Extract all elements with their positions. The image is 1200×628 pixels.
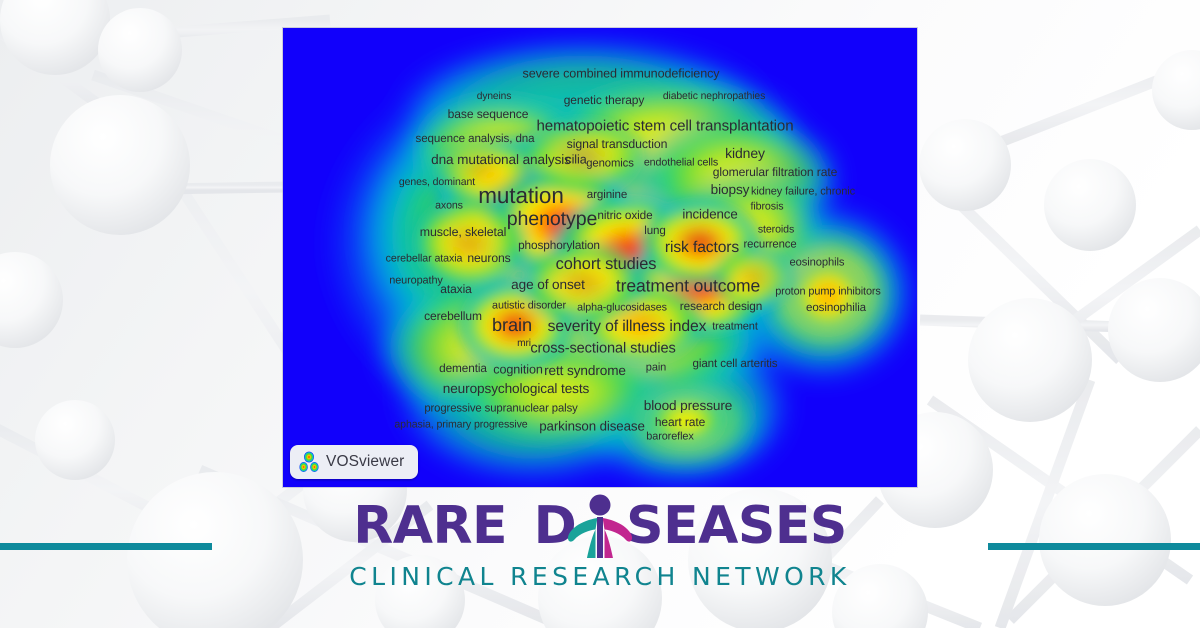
logo-wordmark: RARE D SEASES bbox=[353, 494, 847, 558]
term-label[interactable]: biopsy bbox=[711, 183, 750, 197]
term-label[interactable]: ataxia bbox=[440, 283, 472, 295]
term-label-layer: severe combined immunodeficiency dyneins g… bbox=[283, 28, 917, 487]
vosviewer-badge-label: VOSviewer bbox=[326, 453, 405, 470]
brand-footer: RARE D SEASES CLINICAL RESEARCH NETWORK bbox=[0, 494, 1200, 628]
term-label[interactable]: parkinson disease bbox=[539, 419, 645, 433]
term-label[interactable]: kidney bbox=[725, 146, 765, 160]
logo-text-rare: RARE bbox=[353, 496, 508, 556]
term-label[interactable]: research design bbox=[680, 300, 763, 313]
term-label[interactable]: glomerular filtration rate bbox=[713, 166, 838, 178]
term-label[interactable]: cognition bbox=[493, 364, 543, 377]
term-label[interactable]: alpha-glucosidases bbox=[577, 302, 667, 314]
term-label[interactable]: nitric oxide bbox=[597, 209, 652, 222]
term-label[interactable]: base sequence bbox=[448, 108, 529, 120]
term-label[interactable]: cerebellar ataxia bbox=[386, 253, 463, 265]
term-label[interactable]: dna mutational analysis bbox=[431, 153, 571, 167]
logo-subtitle: CLINICAL RESEARCH NETWORK bbox=[349, 562, 851, 591]
term-label[interactable]: baroreflex bbox=[646, 431, 694, 443]
term-label[interactable]: treatment bbox=[712, 321, 758, 333]
term-label[interactable]: axons bbox=[435, 201, 463, 212]
logo-text-seases: SEASES bbox=[626, 496, 847, 556]
term-label[interactable]: fibrosis bbox=[750, 201, 783, 213]
term-label[interactable]: signal transduction bbox=[567, 138, 668, 151]
logo-text-d: D bbox=[533, 496, 577, 556]
term-label[interactable]: neurons bbox=[467, 252, 510, 264]
term-label[interactable]: rett syndrome bbox=[544, 364, 626, 378]
term-label[interactable]: age of onset bbox=[511, 278, 585, 292]
heatmap-icon bbox=[299, 451, 319, 472]
term-label[interactable]: genes, dominant bbox=[399, 177, 475, 188]
term-label[interactable]: sequence analysis, dna bbox=[416, 133, 535, 145]
term-label[interactable]: neuropathy bbox=[389, 275, 443, 287]
term-label[interactable]: blood pressure bbox=[644, 399, 733, 413]
term-label[interactable]: incidence bbox=[682, 207, 737, 221]
term-label[interactable]: steroids bbox=[758, 225, 794, 236]
term-label[interactable]: heart rate bbox=[655, 416, 705, 428]
term-label[interactable]: cilia bbox=[565, 154, 586, 167]
term-label[interactable]: phosphorylation bbox=[518, 239, 600, 252]
term-label[interactable]: kidney failure, chronic bbox=[751, 186, 855, 198]
term-label[interactable]: arginine bbox=[587, 189, 628, 201]
term-label[interactable]: muscle, skeletal bbox=[420, 225, 507, 238]
term-label[interactable]: genomics bbox=[586, 158, 634, 170]
term-label[interactable]: diabetic nephropathies bbox=[663, 91, 765, 102]
term-label[interactable]: mri bbox=[517, 338, 531, 349]
term-label[interactable]: treatment outcome bbox=[616, 277, 760, 295]
term-label[interactable]: progressive supranuclear palsy bbox=[424, 403, 577, 415]
term-label[interactable]: endothelial cells bbox=[644, 157, 718, 169]
term-label[interactable]: eosinophils bbox=[790, 257, 845, 268]
term-label[interactable]: hematopoietic stem cell transplantation bbox=[536, 118, 793, 133]
vosviewer-heatmap-panel[interactable]: severe combined immunodeficiency dyneins g… bbox=[283, 28, 917, 487]
term-label[interactable]: giant cell arteritis bbox=[693, 358, 778, 370]
term-label[interactable]: lung bbox=[644, 225, 666, 237]
term-label[interactable]: severity of illness index bbox=[548, 319, 707, 335]
term-label[interactable]: cohort studies bbox=[556, 255, 657, 272]
term-label[interactable]: phenotype bbox=[507, 210, 598, 230]
term-label[interactable]: severe combined immunodeficiency bbox=[523, 68, 720, 81]
term-label[interactable]: brain bbox=[492, 316, 532, 334]
term-label[interactable]: cross-sectional studies bbox=[530, 342, 675, 357]
term-label[interactable]: eosinophilia bbox=[806, 302, 866, 314]
vosviewer-badge[interactable]: VOSviewer bbox=[290, 445, 419, 479]
term-label[interactable]: dementia bbox=[439, 362, 487, 375]
term-label[interactable]: neuropsychological tests bbox=[443, 382, 590, 396]
term-label[interactable]: proton pump inhibitors bbox=[775, 286, 881, 298]
term-label[interactable]: cerebellum bbox=[424, 310, 482, 322]
term-label[interactable]: risk factors bbox=[665, 240, 739, 256]
term-label[interactable]: dyneins bbox=[477, 91, 512, 102]
term-label[interactable]: recurrence bbox=[744, 239, 797, 251]
term-label[interactable]: pain bbox=[646, 362, 667, 374]
rare-diseases-logo: RARE D SEASES CLINICAL RESEARCH NETWORK bbox=[0, 494, 1200, 591]
term-label[interactable]: mutation bbox=[478, 184, 564, 208]
page-root: severe combined immunodeficiency dyneins g… bbox=[0, 0, 1200, 628]
term-label[interactable]: genetic therapy bbox=[564, 94, 645, 106]
term-label[interactable]: autistic disorder bbox=[492, 300, 566, 312]
term-label[interactable]: aphasia, primary progressive bbox=[394, 420, 527, 431]
